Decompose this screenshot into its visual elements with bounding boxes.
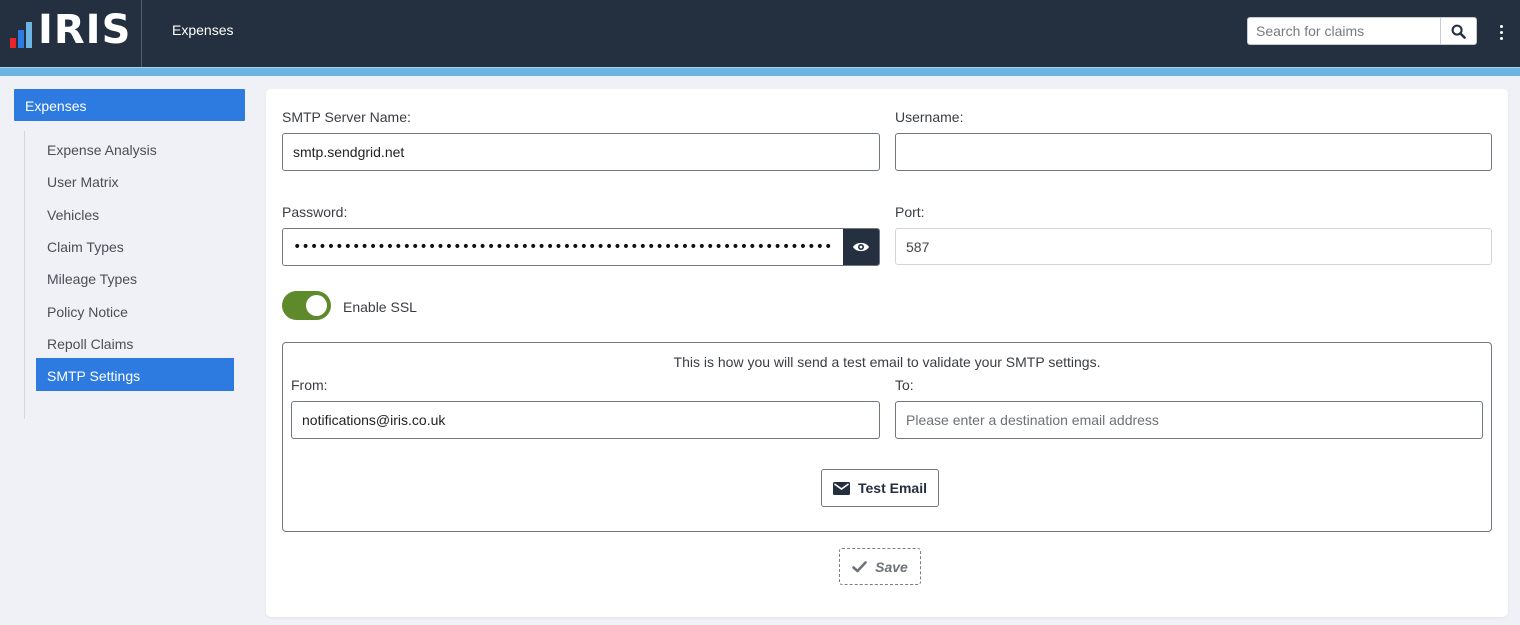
- port-input[interactable]: [895, 228, 1492, 265]
- app-title: Expenses: [172, 22, 234, 38]
- sidebar-section-expenses[interactable]: Expenses: [14, 89, 245, 121]
- port-label: Port:: [895, 204, 925, 220]
- to-label: To:: [895, 377, 914, 393]
- username-label: Username:: [895, 109, 964, 125]
- logo-bars-icon: [10, 10, 36, 48]
- eye-icon: [853, 242, 869, 252]
- save-button[interactable]: Save: [839, 548, 921, 585]
- sidebar-item-policy-notice[interactable]: Policy Notice: [36, 295, 234, 327]
- search-button[interactable]: [1440, 18, 1476, 44]
- header-accent-stripe: [0, 67, 1520, 76]
- test-email-note: This is how you will send a test email t…: [673, 354, 1101, 370]
- sidebar-item-mileage-types[interactable]: Mileage Types: [36, 262, 234, 294]
- sidebar-item-repoll-claims[interactable]: Repoll Claims: [36, 327, 234, 359]
- password-label: Password:: [282, 204, 348, 220]
- search-input[interactable]: [1248, 18, 1442, 44]
- password-field: [282, 228, 880, 266]
- username-input[interactable]: [895, 133, 1492, 171]
- iris-logo[interactable]: IRIS: [0, 0, 142, 67]
- from-label: From:: [291, 377, 328, 393]
- more-vertical-icon[interactable]: [1495, 22, 1507, 42]
- sidebar-item-expense-analysis[interactable]: Expense Analysis: [36, 133, 234, 165]
- sidebar-item-claim-types[interactable]: Claim Types: [36, 230, 234, 262]
- password-input[interactable]: [283, 229, 843, 265]
- sidebar-item-smtp-settings[interactable]: SMTP Settings: [36, 358, 234, 391]
- smtp-server-input[interactable]: [282, 133, 880, 171]
- to-email-input[interactable]: [895, 401, 1483, 439]
- smtp-server-label: SMTP Server Name:: [282, 109, 411, 125]
- from-email-input[interactable]: [291, 401, 880, 439]
- checkmark-icon: [852, 560, 867, 572]
- top-bar: IRIS Expenses: [0, 0, 1520, 67]
- sidebar-item-user-matrix[interactable]: User Matrix: [36, 165, 234, 197]
- toggle-knob: [306, 295, 327, 316]
- enable-ssl-toggle[interactable]: [282, 291, 331, 320]
- sidebar-item-vehicles[interactable]: Vehicles: [36, 198, 234, 230]
- sidebar-divider: [24, 131, 25, 419]
- envelope-icon: [833, 481, 850, 495]
- enable-ssl-label: Enable SSL: [343, 299, 417, 315]
- logo-text: IRIS: [38, 7, 132, 53]
- save-button-label: Save: [875, 558, 908, 575]
- show-password-button[interactable]: [843, 229, 879, 265]
- test-email-button[interactable]: Test Email: [821, 469, 939, 507]
- search-box: [1247, 17, 1477, 45]
- search-icon: [1451, 24, 1466, 39]
- test-email-button-label: Test Email: [858, 480, 927, 496]
